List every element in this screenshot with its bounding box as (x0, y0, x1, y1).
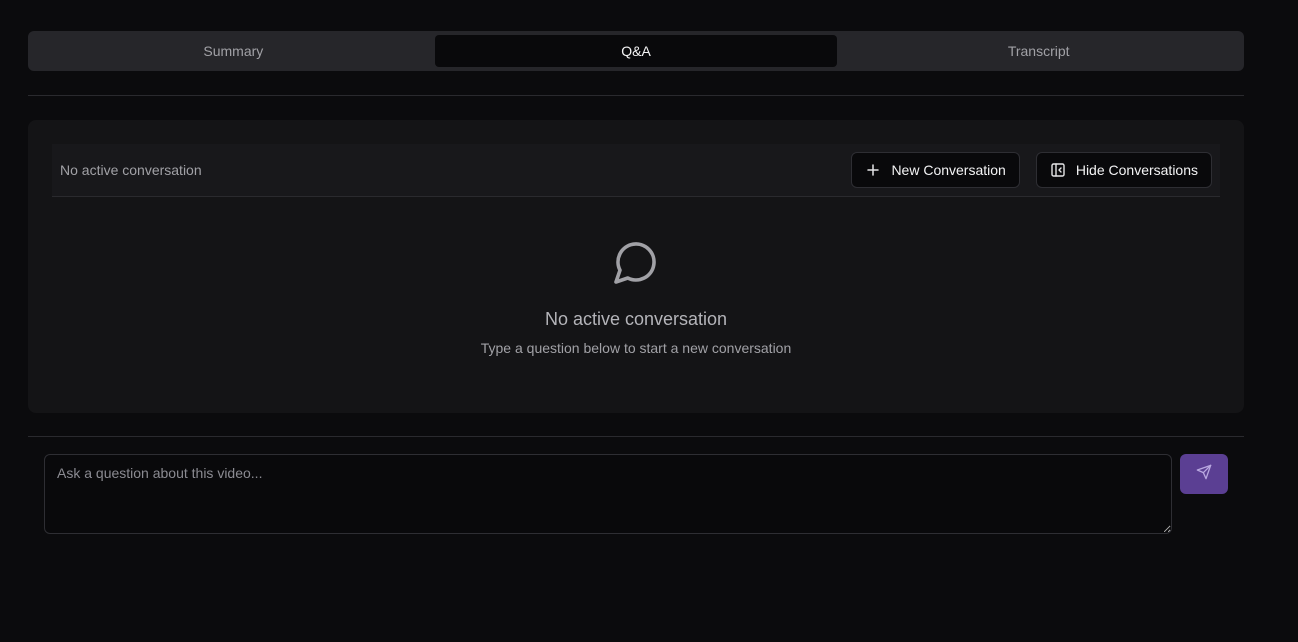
tab-summary[interactable]: Summary (32, 35, 435, 67)
conversation-panel: No active conversation New Conversation … (28, 120, 1244, 413)
empty-state-title: No active conversation (544, 309, 728, 329)
send-button[interactable] (1180, 454, 1228, 494)
divider (28, 436, 1244, 437)
empty-state-subtitle: Type a question below to start a new con… (480, 340, 792, 356)
new-conversation-label: New Conversation (891, 162, 1006, 178)
hide-conversations-button[interactable]: Hide Conversations (1035, 152, 1212, 188)
message-circle-icon (612, 238, 660, 291)
send-icon (1196, 464, 1212, 485)
conversation-header: No active conversation New Conversation … (52, 144, 1220, 197)
empty-state: No active conversation Type a question b… (28, 238, 1244, 356)
tab-qa[interactable]: Q&A (434, 35, 838, 67)
panel-left-close-icon (1050, 162, 1066, 178)
divider (28, 95, 1244, 96)
plus-icon (865, 162, 881, 178)
tab-transcript[interactable]: Transcript (837, 35, 1240, 67)
new-conversation-button[interactable]: New Conversation (851, 152, 1020, 188)
question-input[interactable] (44, 454, 1172, 534)
conversation-status: No active conversation (60, 162, 202, 178)
tab-bar: Summary Q&A Transcript (28, 31, 1244, 71)
hide-conversations-label: Hide Conversations (1075, 162, 1198, 178)
